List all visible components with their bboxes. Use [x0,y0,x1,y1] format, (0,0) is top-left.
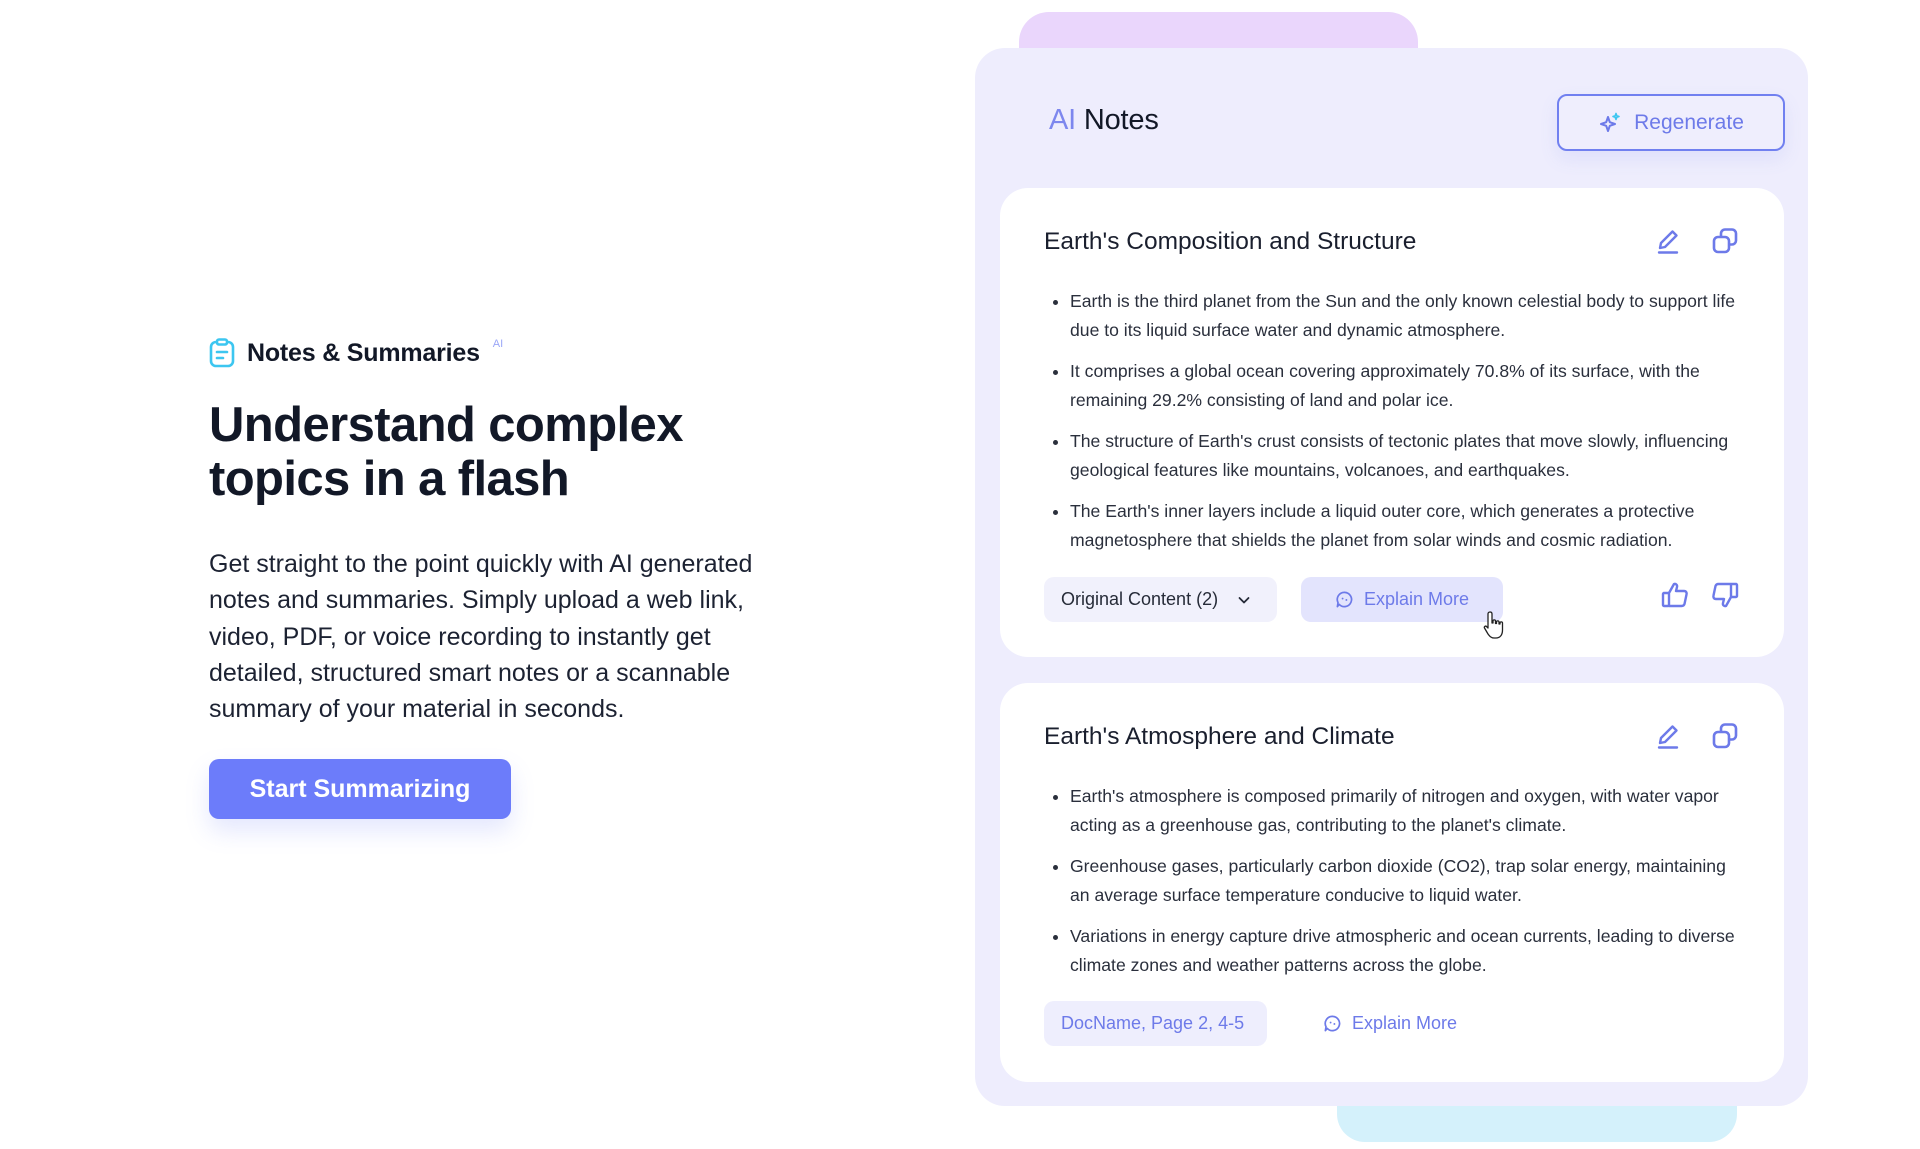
original-content-dropdown[interactable]: Original Content (2) [1044,577,1277,622]
chat-bubble-icon [1336,591,1353,608]
thumbs-up-icon [1661,582,1688,608]
note-bullet: Greenhouse gases, particularly carbon di… [1044,852,1744,910]
copy-button[interactable] [1710,226,1740,256]
hand-cursor-icon [1483,611,1504,639]
regenerate-label: Regenerate [1634,110,1744,134]
note-card-title: Earth's Composition and Structure [1044,228,1417,255]
edit-icon [1657,725,1679,749]
explain-more-label: Explain More [1352,1013,1458,1033]
panel-title: AI Notes [1049,104,1159,137]
note-card-actions [1653,226,1740,256]
note-bullets: Earth is the third planet from the Sun a… [1044,287,1744,567]
note-bullet: Variations in energy capture drive atmos… [1044,922,1744,980]
start-summarizing-button[interactable]: Start Summarizing [209,759,511,819]
note-bullet: The Earth's inner layers include a liqui… [1044,497,1744,555]
edit-button[interactable] [1653,226,1683,256]
ai-notes-panel: AI Notes Regenerate Earth's Composition … [975,48,1808,1106]
hero-section: Notes & Summaries AI Understand complex … [209,335,809,727]
chevron-down-icon [1238,596,1250,603]
clipboard-icon [209,338,235,368]
note-card-title: Earth's Atmosphere and Climate [1044,723,1395,750]
note-card-footer: Original Content (2) Explain More [1044,577,1503,622]
copy-icon [1712,723,1738,749]
note-card-footer: DocName, Page 2, 4-5 Explain More [1044,1001,1457,1046]
feature-tag: Notes & Summaries AI [209,335,809,371]
regenerate-button[interactable]: Regenerate [1557,94,1785,151]
thumbs-down-icon [1712,582,1739,608]
copy-button[interactable] [1710,721,1740,751]
ai-badge: AI [492,338,504,350]
feedback-buttons [1660,580,1740,610]
panel-title-notes: Notes [1083,104,1159,136]
original-content-label: Original Content (2) [1061,589,1219,609]
edit-button[interactable] [1653,721,1683,751]
note-card: Earth's Atmosphere and Climate Earth's a… [1000,683,1784,1082]
thumbs-down-button[interactable] [1710,580,1740,610]
edit-icon [1657,230,1679,254]
explain-more-label: Explain More [1363,589,1470,609]
copy-icon [1712,228,1738,254]
note-bullets: Earth's atmosphere is composed primarily… [1044,782,1744,992]
note-card-actions [1653,721,1740,751]
note-card: Earth's Composition and Structure Earth … [1000,188,1784,657]
chat-bubble-icon [1324,1015,1341,1032]
hero-description: Get straight to the point quickly with A… [209,550,753,724]
panel-title-ai: AI [1049,104,1076,136]
feature-tag-label: Notes & Summaries [247,338,480,367]
note-bullet: The structure of Earth's crust consists … [1044,427,1744,485]
page-headline: Understand complex topics in a flash [209,398,683,506]
note-bullet: Earth is the third planet from the Sun a… [1044,287,1744,345]
explain-more-button[interactable]: Explain More [1301,577,1503,622]
sparkles-icon [1600,112,1620,132]
note-bullet: Earth's atmosphere is composed primarily… [1044,782,1744,840]
explain-more-link[interactable]: Explain More [1323,1013,1457,1034]
source-reference-label: DocName, Page 2, 4-5 [1061,1013,1245,1033]
thumbs-up-button[interactable] [1660,580,1690,610]
source-reference-chip[interactable]: DocName, Page 2, 4-5 [1044,1001,1267,1046]
note-bullet: It comprises a global ocean covering app… [1044,357,1744,415]
